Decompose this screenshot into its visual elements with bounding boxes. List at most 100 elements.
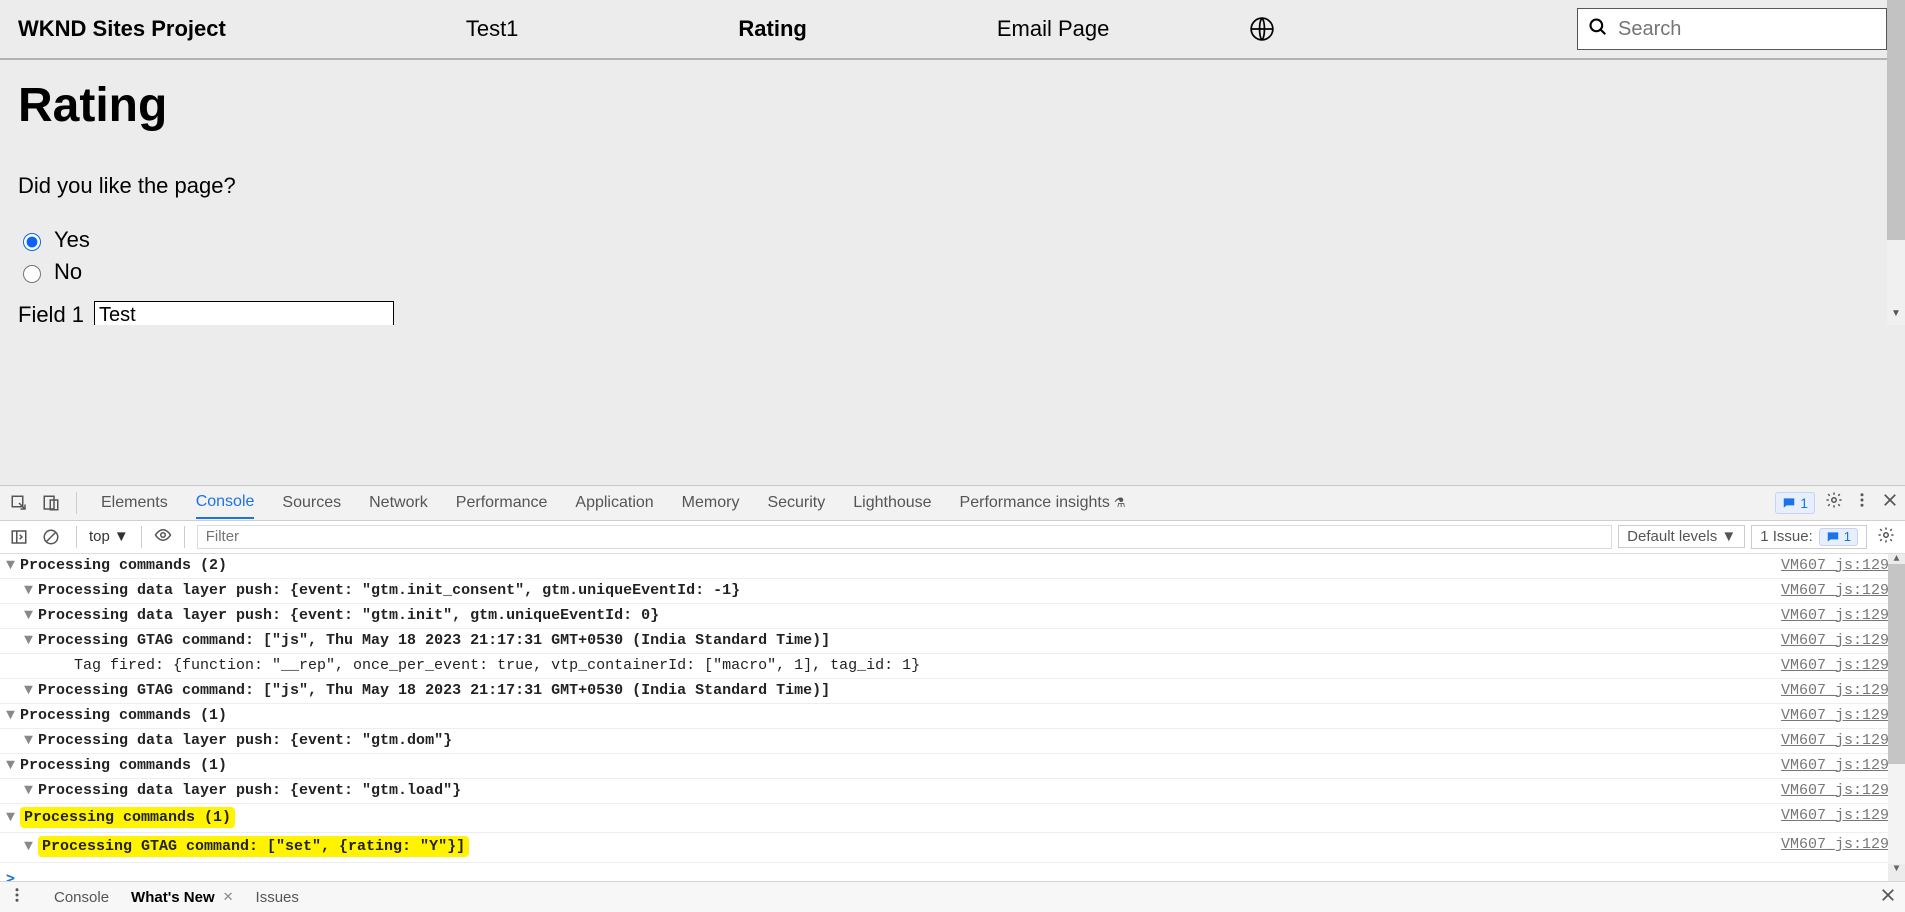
console-row[interactable]: Tag fired: {function: "__rep", once_per_… xyxy=(0,654,1905,679)
page-content: Rating Did you like the page? Yes No Fie… xyxy=(0,60,1905,325)
console-row[interactable]: ▼Processing GTAG command: ["set", {ratin… xyxy=(0,833,1905,863)
search-icon xyxy=(1588,17,1608,42)
console-output[interactable]: ▼Processing commands (2)VM607_js:129▼Pro… xyxy=(0,554,1905,881)
tab-performance[interactable]: Performance xyxy=(456,488,548,518)
disclosure-triangle-icon[interactable]: ▼ xyxy=(24,729,36,753)
app-header: WKND Sites Project Test1 Rating Email Pa… xyxy=(0,0,1905,60)
console-scroll-thumb[interactable] xyxy=(1888,564,1905,764)
separator xyxy=(76,526,77,548)
radio-no-input[interactable] xyxy=(23,265,41,283)
console-row[interactable]: ▼Processing data layer push: {event: "gt… xyxy=(0,779,1905,804)
field1-label: Field 1 xyxy=(18,302,84,325)
tab-elements[interactable]: Elements xyxy=(101,488,168,518)
devtools-drawer: Console What's New ✕ Issues xyxy=(0,881,1905,912)
sidebar-toggle-icon[interactable] xyxy=(6,524,32,550)
disclosure-triangle-icon[interactable]: ▼ xyxy=(24,679,36,703)
search-box[interactable] xyxy=(1577,8,1887,50)
live-expr-icon[interactable] xyxy=(154,526,172,548)
disclosure-triangle-icon[interactable]: ▼ xyxy=(24,833,36,862)
field1-input[interactable] xyxy=(94,301,394,325)
rating-question: Did you like the page? xyxy=(18,173,1887,199)
disclosure-triangle-icon[interactable]: ▼ xyxy=(24,779,36,803)
console-row[interactable]: ▼Processing commands (2)VM607_js:129 xyxy=(0,554,1905,579)
console-row[interactable]: ▼Processing commands (1)VM607_js:129 xyxy=(0,704,1905,729)
gear-icon[interactable] xyxy=(1825,491,1843,514)
brand-title: WKND Sites Project xyxy=(18,16,226,42)
drawer-tab-console[interactable]: Console xyxy=(54,889,109,906)
messages-chip[interactable]: 1 xyxy=(1775,492,1815,514)
source-link[interactable]: VM607_js:129 xyxy=(1781,754,1899,778)
radio-yes[interactable]: Yes xyxy=(18,227,1887,253)
search-input[interactable] xyxy=(1616,17,1876,42)
drawer-kebab-icon[interactable] xyxy=(8,886,26,908)
nav-tab-test1[interactable]: Test1 xyxy=(446,16,539,42)
console-row[interactable]: ▼Processing data layer push: {event: "gt… xyxy=(0,604,1905,629)
inspect-icon[interactable] xyxy=(6,490,32,516)
filter-input[interactable] xyxy=(197,525,1612,549)
separator xyxy=(141,526,142,548)
tab-application[interactable]: Application xyxy=(575,488,653,518)
page-scrollbar[interactable]: ▼ xyxy=(1887,0,1905,325)
source-link[interactable]: VM607_js:129 xyxy=(1781,679,1899,703)
console-row[interactable]: ▼Processing commands (1)VM607_js:129 xyxy=(0,754,1905,779)
console-row[interactable]: ▼Processing GTAG command: ["js", Thu May… xyxy=(0,679,1905,704)
context-selector[interactable]: top ▼ xyxy=(89,528,129,545)
disclosure-triangle-icon[interactable]: ▼ xyxy=(6,704,18,728)
source-link[interactable]: VM607_js:129 xyxy=(1781,604,1899,628)
radio-yes-input[interactable] xyxy=(23,233,41,251)
tab-performance-insights[interactable]: Performance insights⚗ xyxy=(960,488,1126,518)
chevron-down-icon: ▼ xyxy=(114,528,129,545)
disclosure-triangle-icon[interactable]: ▼ xyxy=(6,754,18,778)
source-link[interactable]: VM607_js:129 xyxy=(1781,833,1899,857)
tab-memory[interactable]: Memory xyxy=(682,488,740,518)
scroll-down-icon[interactable]: ▼ xyxy=(1888,864,1905,881)
drawer-tab-whats-new[interactable]: What's New xyxy=(131,889,215,906)
clear-icon[interactable] xyxy=(38,524,64,550)
tab-network[interactable]: Network xyxy=(369,488,428,518)
separator xyxy=(184,526,185,548)
disclosure-triangle-icon[interactable]: ▼ xyxy=(6,554,18,578)
kebab-icon[interactable] xyxy=(1853,491,1871,514)
radio-yes-label: Yes xyxy=(54,227,90,253)
source-link[interactable]: VM607_js:129 xyxy=(1781,729,1899,753)
source-link[interactable]: VM607_js:129 xyxy=(1781,654,1899,678)
globe-icon[interactable] xyxy=(1249,16,1275,42)
source-link[interactable]: VM607_js:129 xyxy=(1781,629,1899,653)
source-link[interactable]: VM607_js:129 xyxy=(1781,804,1899,828)
page-title: Rating xyxy=(18,78,1887,133)
tab-console[interactable]: Console xyxy=(196,487,255,519)
console-row[interactable]: ▼Processing GTAG command: ["js", Thu May… xyxy=(0,629,1905,654)
devtools-right: 1 xyxy=(1775,491,1899,514)
log-levels[interactable]: Default levels ▼ xyxy=(1618,525,1745,548)
console-gear-icon[interactable] xyxy=(1877,526,1895,548)
tab-lighthouse[interactable]: Lighthouse xyxy=(853,488,931,518)
source-link[interactable]: VM607_js:129 xyxy=(1781,554,1899,578)
device-toggle-icon[interactable] xyxy=(38,490,64,516)
scrollbar-arrow-down-icon[interactable]: ▼ xyxy=(1887,308,1905,325)
prompt-caret-icon: > xyxy=(6,869,15,881)
console-prompt[interactable]: > xyxy=(0,863,1905,881)
drawer-close-icon[interactable] xyxy=(1879,886,1897,908)
source-link[interactable]: VM607_js:129 xyxy=(1781,704,1899,728)
nav-tab-email-page[interactable]: Email Page xyxy=(977,16,1130,42)
drawer-tab-close-icon[interactable]: ✕ xyxy=(223,889,234,905)
disclosure-triangle-icon[interactable]: ▼ xyxy=(6,804,18,833)
source-link[interactable]: VM607_js:129 xyxy=(1781,579,1899,603)
source-link[interactable]: VM607_js:129 xyxy=(1781,779,1899,803)
disclosure-triangle-icon[interactable]: ▼ xyxy=(24,604,36,628)
nav-tab-rating[interactable]: Rating xyxy=(718,16,826,42)
devtools-toolbar: Elements Console Sources Network Perform… xyxy=(0,486,1905,521)
console-row[interactable]: ▼Processing data layer push: {event: "gt… xyxy=(0,729,1905,754)
console-row[interactable]: ▼Processing commands (1)VM607_js:129 xyxy=(0,804,1905,834)
scrollbar-thumb[interactable] xyxy=(1887,0,1905,240)
console-row[interactable]: ▼Processing data layer push: {event: "gt… xyxy=(0,579,1905,604)
drawer-tab-issues[interactable]: Issues xyxy=(256,889,299,906)
disclosure-triangle-icon[interactable]: ▼ xyxy=(24,629,36,653)
console-scrollbar[interactable]: ▲ ▼ xyxy=(1888,554,1905,881)
tab-sources[interactable]: Sources xyxy=(282,488,341,518)
close-icon[interactable] xyxy=(1881,491,1899,514)
issues-indicator[interactable]: 1 Issue: 1 xyxy=(1751,525,1867,549)
radio-no[interactable]: No xyxy=(18,259,1887,285)
tab-security[interactable]: Security xyxy=(767,488,825,518)
disclosure-triangle-icon[interactable]: ▼ xyxy=(24,579,36,603)
